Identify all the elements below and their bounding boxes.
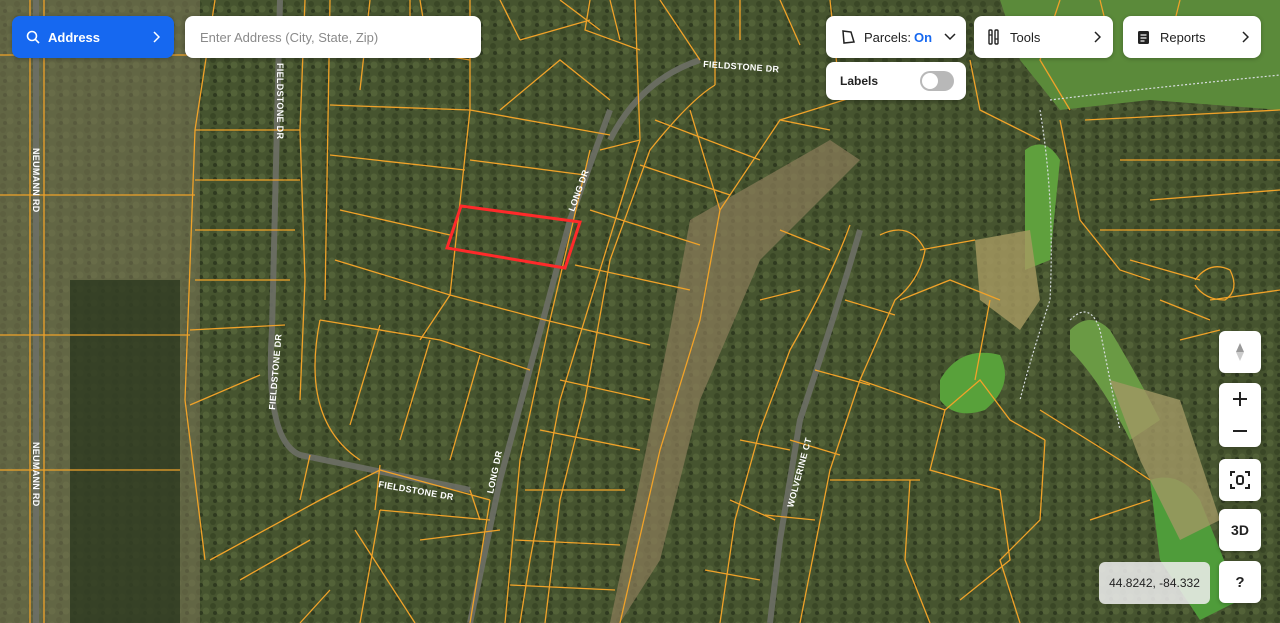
compass-icon bbox=[1236, 343, 1244, 361]
report-icon bbox=[1138, 30, 1149, 44]
tools-button[interactable]: Tools bbox=[974, 16, 1113, 58]
address-search-button[interactable]: Address bbox=[12, 16, 174, 58]
help-button[interactable]: ? bbox=[1219, 561, 1261, 603]
address-label: Address bbox=[48, 29, 101, 45]
parcel-icon bbox=[842, 30, 855, 44]
tools-icon bbox=[988, 29, 999, 45]
coordinates-readout: 44.8242, -84.332 bbox=[1099, 562, 1210, 604]
chevron-right-icon bbox=[1242, 31, 1249, 43]
compass-button[interactable] bbox=[1219, 331, 1261, 373]
satellite-map[interactable]: FIELDSTONE DR FIELDSTONE DR FIELDSTONE D… bbox=[0, 0, 1280, 623]
locate-button[interactable] bbox=[1219, 459, 1261, 501]
zoom-out-button[interactable] bbox=[1219, 415, 1261, 447]
labels-label: Labels bbox=[840, 74, 879, 88]
address-input[interactable] bbox=[185, 16, 481, 58]
dense-forest bbox=[70, 280, 180, 623]
chevron-right-icon bbox=[153, 31, 160, 43]
labels-toggle-panel: Labels bbox=[826, 62, 966, 100]
tools-label: Tools bbox=[1010, 29, 1041, 45]
road-label-neumann: NEUMANN RD bbox=[31, 148, 41, 213]
parcels-state: On bbox=[913, 29, 933, 45]
reports-label: Reports bbox=[1160, 29, 1206, 45]
minus-icon bbox=[1233, 430, 1247, 432]
reports-button[interactable]: Reports bbox=[1123, 16, 1261, 58]
chevron-down-icon bbox=[944, 33, 956, 41]
locate-icon bbox=[1230, 471, 1250, 489]
road-label-fieldstone: FIELDSTONE DR bbox=[275, 63, 285, 139]
3d-button[interactable]: 3D bbox=[1219, 509, 1261, 551]
zoom-in-button[interactable] bbox=[1219, 383, 1261, 415]
parcels-label: Parcels: bbox=[864, 29, 911, 45]
labels-toggle[interactable] bbox=[920, 71, 954, 91]
plus-icon bbox=[1233, 392, 1247, 406]
road-label-neumann: NEUMANN RD bbox=[31, 442, 41, 507]
toggle-knob bbox=[922, 73, 938, 89]
parcels-dropdown[interactable]: Parcels: On bbox=[826, 16, 966, 58]
search-icon bbox=[26, 30, 40, 44]
zoom-controls bbox=[1219, 383, 1261, 447]
chevron-right-icon bbox=[1094, 31, 1101, 43]
